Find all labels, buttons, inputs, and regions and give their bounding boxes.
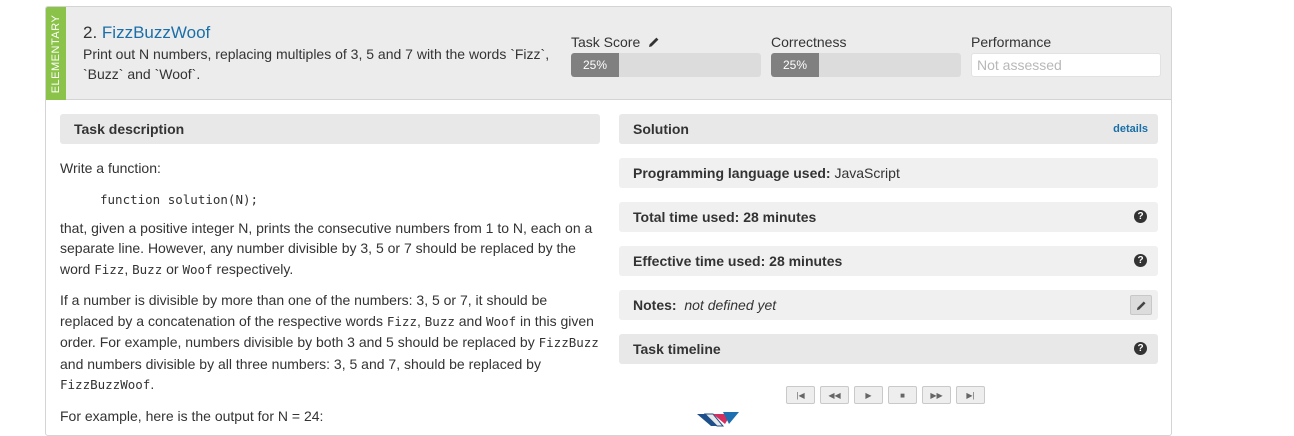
first-button[interactable]: |◀ [786,386,815,404]
last-button[interactable]: ▶| [956,386,985,404]
description-paragraph: If a number is divisible by more than on… [60,292,599,392]
timeline-row: Task timeline ? [619,334,1158,364]
notes-label: Notes: [633,297,677,313]
language-label: Programming language used: [633,165,831,181]
task-score-bar: 25% [571,53,761,77]
task-summary: Print out N numbers, replacing multiples… [83,46,550,82]
performance-metric: Performance Not assessed [971,33,1161,77]
help-icon[interactable]: ? [1134,210,1147,223]
task-description-heading: Task description [60,114,600,144]
task-description-body: Write a function: function solution(N); … [60,158,600,426]
level-label: ELEMENTARY [50,14,62,93]
language-row: Programming language used: JavaScript [619,158,1158,188]
rewind-button[interactable]: ◀◀ [820,386,849,404]
function-signature: function solution(N); [100,191,259,207]
correctness-fill: 25% [771,53,819,77]
notes-row: Notes: not defined yet [619,290,1158,320]
timeline-logo-icon [697,412,739,427]
correctness-label: Correctness [771,34,847,50]
notes-value: not defined yet [684,297,777,313]
total-time-row: Total time used: 28 minutes ? [619,202,1158,232]
task-number: 2. [83,23,98,42]
pencil-icon[interactable] [648,36,660,48]
level-strip: ELEMENTARY [46,7,66,100]
help-icon[interactable]: ? [1134,254,1147,267]
description-example-intro: For example, here is the output for N = … [60,407,324,424]
pencil-icon [1136,300,1146,310]
task-score-metric: Task Score 25% [571,33,761,77]
play-button[interactable]: ▶ [854,386,883,404]
performance-value: Not assessed [971,53,1161,77]
description-paragraph: that, given a positive integer N, prints… [60,219,593,277]
task-score-label: Task Score [571,34,641,50]
help-icon[interactable]: ? [1134,342,1147,355]
task-name-link[interactable]: FizzBuzzWoof [102,23,210,42]
correctness-metric: Correctness 25% [771,33,961,77]
effective-time-row: Effective time used: 28 minutes ? [619,246,1158,276]
details-link[interactable]: details [1113,123,1148,135]
task-score-fill: 25% [571,53,619,77]
performance-label: Performance [971,34,1052,50]
description-intro: Write a function: [60,160,161,176]
task-description-panel: Task description Write a function: funct… [60,114,600,426]
task-title: 2. FizzBuzzWoof [83,23,210,43]
task-card: ELEMENTARY 2. FizzBuzzWoof Print out N n… [45,6,1172,436]
stop-button[interactable]: ■ [888,386,917,404]
fast-forward-button[interactable]: ▶▶ [922,386,951,404]
edit-notes-button[interactable] [1130,295,1152,315]
language-value: JavaScript [834,165,900,181]
correctness-bar: 25% [771,53,961,77]
solution-heading: Solution details [619,114,1158,144]
timeline-player-controls: |◀ ◀◀ ▶ ■ ▶▶ ▶| [786,386,985,404]
task-header: ELEMENTARY 2. FizzBuzzWoof Print out N n… [46,7,1171,100]
